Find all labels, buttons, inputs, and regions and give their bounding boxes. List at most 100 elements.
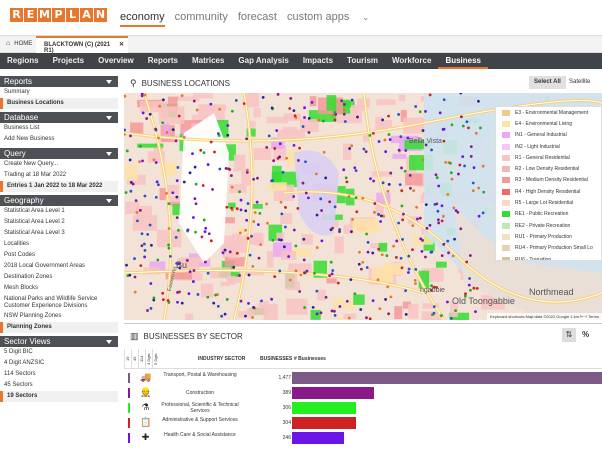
legend-item[interactable]: E4 - Environmental Living [496,118,601,129]
map-shape [285,273,297,290]
legend-item[interactable]: R3 - Medium Density Residential [496,175,601,186]
sidebar-item[interactable]: Statistical Area Level 1 [0,206,118,217]
sector-view-column[interactable]: 5 Dgts [152,349,159,369]
sector-row[interactable]: ⚗ Professional, Scientific & Technical Se… [124,401,602,415]
col-industry-sector[interactable]: INDUSTRY SECTOR [198,356,245,362]
main-nav-business[interactable]: Business [438,53,489,69]
main-nav-gap-analysis[interactable]: Gap Analysis [231,53,295,69]
top-nav-custom-apps[interactable]: custom apps ⌄ [287,11,379,27]
home-crumb[interactable]: ⌂ HOME [6,40,32,47]
map-shape [182,136,186,139]
map-shape [192,216,195,219]
sidebar-section-header[interactable]: Query [0,148,118,159]
legend-item[interactable]: RU6 - Transition [496,254,601,260]
map-shape [143,194,147,198]
main-nav-projects[interactable]: Projects [46,53,92,69]
map-shape [223,312,227,316]
main-nav-regions[interactable]: Regions [0,53,46,69]
sidebar-item[interactable]: 2018 Local Government Areas [0,261,118,272]
main-nav-overview[interactable]: Overview [91,53,141,69]
region-tab[interactable]: BLACKTOWN (C) (2021 R1) ✕ [36,36,128,54]
sidebar-item[interactable]: Trading at 18 Mar 2022 [0,170,118,181]
map-shape [218,107,221,111]
sidebar-section-header[interactable]: Database [0,112,118,123]
main-nav-matrices[interactable]: Matrices [185,53,231,69]
legend-item[interactable]: E3 - Environmental Management [496,107,601,118]
sidebar-item[interactable]: Statistical Area Level 2 [0,217,118,228]
sidebar-item[interactable]: Localities [0,239,118,250]
map-shape [372,210,376,214]
map-shape [226,167,230,171]
sector-row[interactable]: 📋 Administrative & Support Services 304 [124,416,602,430]
legend-item[interactable]: IN1 - General Industrial [496,130,601,141]
legend-item[interactable]: RU1 - Primary Production [496,231,601,242]
main-nav-tourism[interactable]: Tourism [340,53,385,69]
col-businesses[interactable]: BUSINESSES [260,356,292,362]
sidebar-item[interactable]: 114 Sectors [0,369,118,380]
sidebar-item[interactable]: Summary [0,87,118,98]
map-shape [368,317,372,320]
main-nav-reports[interactable]: Reports [141,53,185,69]
map-shape [347,195,351,198]
map-canvas[interactable]: Bella Vista Eastern Rd Bu ngabbie Old To… [124,93,602,320]
legend-label: R2 - Low Density Residential [515,166,580,173]
legend-item[interactable]: R1 - General Residential [496,152,601,163]
legend-item[interactable]: RE2 - Private Recreation [496,220,601,231]
top-nav-economy[interactable]: economy [120,11,165,27]
sidebar-item[interactable]: Entries 1 Jan 2022 to 18 Mar 2022 [0,181,118,192]
sector-row[interactable]: 👷 Construction 389 [124,386,602,400]
legend-item[interactable]: R2 - Low Density Residential [496,163,601,174]
sidebar-item[interactable]: NSW Planning Zones [0,311,118,322]
map-shape [378,307,382,310]
legend-item[interactable]: IN2 - Light Industrial [496,141,601,152]
sector-view-column[interactable]: 4 Dgts [145,349,152,369]
sidebar-item[interactable]: Create New Query... [0,159,118,170]
sector-view-column[interactable]: 45 [131,349,138,369]
sidebar-section-header[interactable]: Reports [0,76,118,87]
legend-item[interactable]: RU4 - Primary Production Small Lo [496,243,601,254]
sidebar-item[interactable]: 45 Sectors [0,380,118,391]
map-shape [310,309,321,320]
map-shape [235,251,239,255]
sidebar-item[interactable]: Planning Zones [0,322,118,333]
map-shape [450,177,454,181]
main-nav-workforce[interactable]: Workforce [385,53,438,69]
legend-item[interactable]: R4 - High Density Residential [496,186,601,197]
map-shape [311,305,315,309]
sector-row[interactable]: 🚚 Transport, Postal & Warehousing 1,477 [124,371,602,385]
sidebar-section-header[interactable]: Geography [0,195,118,206]
top-nav-community[interactable]: community [175,11,228,27]
map-shape [336,281,340,285]
select-all-button[interactable]: Select All [529,76,566,89]
remplan-logo[interactable]: REMPLAN [10,8,108,22]
map-shape [457,172,460,176]
sidebar-item[interactable]: 5 Digit BIC [0,347,118,358]
satellite-button[interactable]: Satellite [564,76,595,89]
top-nav-forecast[interactable]: forecast [238,11,277,27]
sidebar-item[interactable]: 4 Digit ANZSIC [0,358,118,369]
sector-name: Professional, Scientific & Technical Ser… [161,402,239,414]
map-shape [383,138,387,142]
sidebar-item[interactable]: Mesh Blocks [0,283,118,294]
legend-item[interactable]: RE1 - Public Recreation [496,209,601,220]
sector-view-column[interactable]: 19 [124,349,131,369]
sidebar-item[interactable]: 19 Sectors [0,391,118,402]
sort-button[interactable]: ⇅ [562,328,576,342]
legend-item[interactable]: R5 - Large Lot Residential [496,197,601,208]
sidebar-section-header[interactable]: Sector Views [0,336,118,347]
sidebar-item[interactable]: Statistical Area Level 3 [0,228,118,239]
close-icon[interactable]: ✕ [119,41,124,48]
legend-swatch [502,211,510,218]
sidebar-item[interactable]: Business List [0,123,118,134]
main-nav-impacts[interactable]: Impacts [296,53,340,69]
sidebar-item[interactable]: National Parks and Wildlife Service Cust… [0,294,118,311]
sector-view-column[interactable]: 114 [138,349,145,369]
medical-cross-icon: ✚ [141,432,150,442]
sidebar-item[interactable]: Destination Zones [0,272,118,283]
map-shape [309,96,317,107]
sidebar-item[interactable]: Business Locations [0,98,118,109]
sidebar-item[interactable]: Add New Business [0,134,118,145]
percent-toggle[interactable]: % [582,330,589,339]
sector-row[interactable]: ✚ Health Care & Social Assistance 246 [124,431,602,445]
sidebar-item[interactable]: Post Codes [0,250,118,261]
